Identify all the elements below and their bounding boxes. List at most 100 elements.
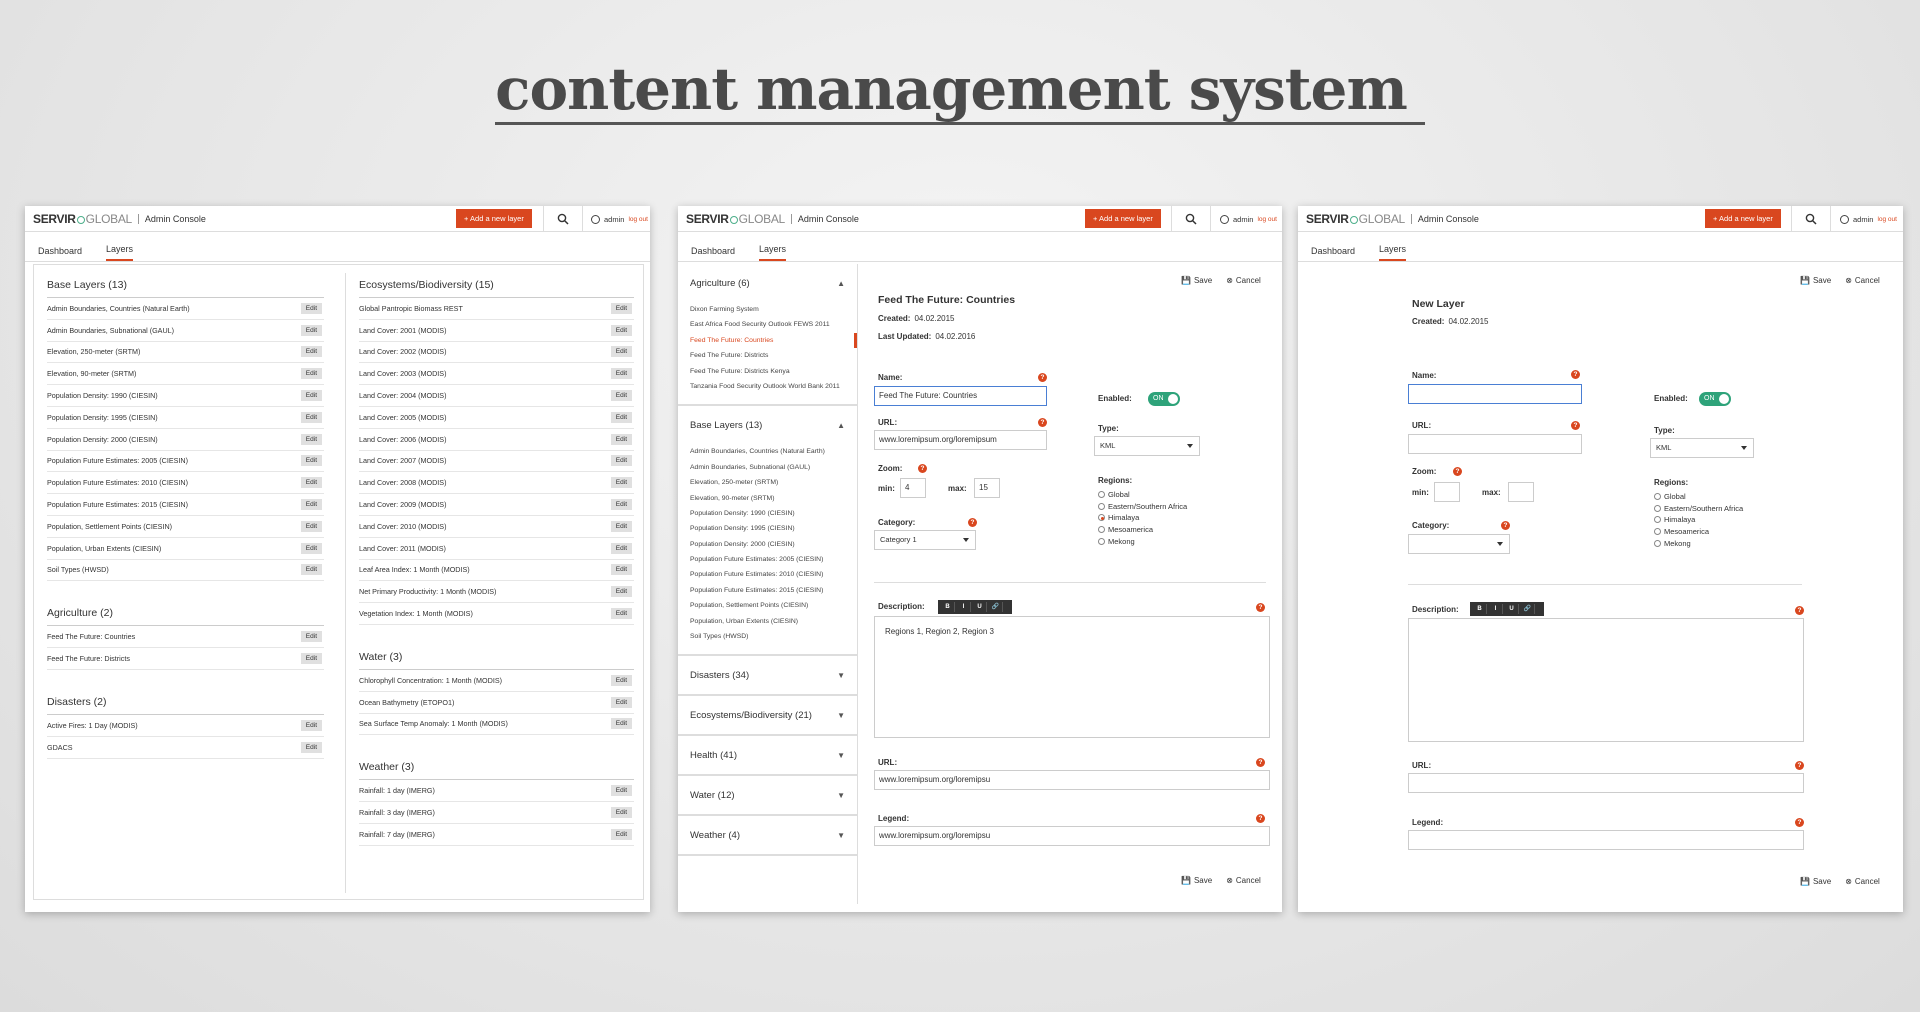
sidebar-group-header[interactable]: Weather (4) ▼ (678, 816, 857, 854)
save-button[interactable]: 💾 Save (1800, 877, 1831, 886)
add-layer-button[interactable]: + Add a new layer (1705, 209, 1781, 228)
edit-button[interactable]: Edit (610, 346, 632, 358)
region-radio[interactable]: Mesoamerica (1654, 527, 1709, 536)
sidebar-item[interactable]: Population Future Estimates: 2005 (CIESI… (690, 552, 845, 567)
edit-button[interactable]: Edit (300, 477, 322, 489)
enabled-toggle[interactable]: ON (1148, 392, 1180, 406)
sidebar-item[interactable]: Admin Boundaries, Subnational (GAUL) (690, 460, 845, 475)
italic-button[interactable]: I (957, 602, 971, 612)
description-textarea[interactable] (1408, 618, 1804, 742)
edit-button[interactable]: Edit (610, 696, 632, 708)
sidebar-item[interactable]: Dixon Farming System (690, 302, 845, 317)
bold-button[interactable]: B (941, 602, 955, 612)
edit-button[interactable]: Edit (610, 718, 632, 730)
edit-button[interactable]: Edit (610, 411, 632, 423)
help-icon[interactable]: ? (1453, 467, 1462, 476)
save-button[interactable]: 💾 Save (1800, 276, 1831, 285)
sidebar-item[interactable]: Feed The Future: Districts (690, 348, 845, 363)
edit-button[interactable]: Edit (610, 368, 632, 380)
sidebar-item[interactable]: Population, Urban Extents (CIESIN) (690, 614, 845, 629)
edit-button[interactable]: Edit (300, 564, 322, 576)
help-icon[interactable]: ? (1571, 370, 1580, 379)
link-button[interactable]: 🔗 (989, 602, 1003, 612)
edit-button[interactable]: Edit (300, 433, 322, 445)
search-button[interactable] (1791, 206, 1831, 232)
help-icon[interactable]: ? (1795, 606, 1804, 615)
edit-button[interactable]: Edit (610, 586, 632, 598)
region-radio[interactable]: Mekong (1098, 537, 1135, 546)
url2-field[interactable] (1408, 773, 1804, 793)
type-select[interactable]: KML (1094, 436, 1200, 456)
sidebar-group-header[interactable]: Water (12) ▼ (678, 776, 857, 814)
help-icon[interactable]: ? (1038, 373, 1047, 382)
underline-button[interactable]: U (973, 602, 987, 612)
sidebar-item[interactable]: Soil Types (HWSD) (690, 629, 845, 644)
zoom-min-field[interactable] (1434, 482, 1460, 502)
logout-link[interactable]: log out (628, 216, 648, 223)
underline-button[interactable]: U (1505, 604, 1519, 614)
help-icon[interactable]: ? (1501, 521, 1510, 530)
name-field[interactable] (1408, 384, 1582, 404)
sidebar-item[interactable]: Feed The Future: Districts Kenya (690, 364, 845, 379)
sidebar-item[interactable]: East Africa Food Security Outlook FEWS 2… (690, 317, 845, 332)
url2-field[interactable]: www.loremipsum.org/loremipsu (874, 770, 1270, 790)
save-button[interactable]: 💾 Save (1181, 876, 1212, 885)
region-radio[interactable]: Global (1098, 490, 1130, 499)
italic-button[interactable]: I (1489, 604, 1503, 614)
tab-layers[interactable]: Layers (106, 244, 134, 261)
name-field[interactable]: Feed The Future: Countries (874, 386, 1047, 406)
edit-button[interactable]: Edit (300, 499, 322, 511)
help-icon[interactable]: ? (1256, 758, 1265, 767)
edit-button[interactable]: Edit (300, 324, 322, 336)
description-textarea[interactable]: Regions 1, Region 2, Region 3 (874, 616, 1270, 738)
sidebar-group-header[interactable]: Ecosystems/Biodiversity (21) ▼ (678, 696, 857, 734)
edit-button[interactable]: Edit (610, 564, 632, 576)
tab-dashboard[interactable]: Dashboard (38, 246, 82, 261)
sidebar-group-header[interactable]: Disasters (34) ▼ (678, 656, 857, 694)
edit-button[interactable]: Edit (610, 828, 632, 840)
user-menu[interactable]: admin log out (1840, 206, 1897, 232)
edit-button[interactable]: Edit (300, 741, 322, 753)
tab-dashboard[interactable]: Dashboard (691, 246, 735, 261)
edit-button[interactable]: Edit (610, 785, 632, 797)
logout-link[interactable]: log out (1877, 216, 1897, 223)
sidebar-item[interactable]: Population Density: 2000 (CIESIN) (690, 537, 845, 552)
sidebar-group-header[interactable]: Health (41) ▼ (678, 736, 857, 774)
edit-button[interactable]: Edit (610, 324, 632, 336)
edit-button[interactable]: Edit (300, 520, 322, 532)
edit-button[interactable]: Edit (300, 302, 322, 314)
tab-dashboard[interactable]: Dashboard (1311, 246, 1355, 261)
edit-button[interactable]: Edit (610, 674, 632, 686)
help-icon[interactable]: ? (1571, 421, 1580, 430)
cancel-button[interactable]: ⊗ Cancel (1226, 276, 1261, 285)
sidebar-group-header[interactable]: Base Layers (13) ▲ (678, 406, 857, 444)
zoom-max-field[interactable]: 15 (974, 478, 1000, 498)
region-radio[interactable]: Himalaya (1654, 515, 1695, 524)
zoom-max-field[interactable] (1508, 482, 1534, 502)
sidebar-item[interactable]: Feed The Future: Countries (690, 332, 857, 349)
tab-layers[interactable]: Layers (759, 244, 787, 261)
zoom-min-field[interactable]: 4 (900, 478, 926, 498)
user-menu[interactable]: admin log out (1220, 206, 1277, 232)
cancel-button[interactable]: ⊗ Cancel (1845, 276, 1880, 285)
edit-button[interactable]: Edit (300, 411, 322, 423)
bold-button[interactable]: B (1473, 604, 1487, 614)
help-icon[interactable]: ? (918, 464, 927, 473)
region-radio[interactable]: Eastern/Southern Africa (1098, 502, 1187, 511)
edit-button[interactable]: Edit (300, 653, 322, 665)
sidebar-item[interactable]: Admin Boundaries, Countries (Natural Ear… (690, 444, 845, 459)
cancel-button[interactable]: ⊗ Cancel (1226, 876, 1261, 885)
help-icon[interactable]: ? (1795, 761, 1804, 770)
sidebar-item[interactable]: Tanzania Food Security Outlook World Ban… (690, 379, 845, 394)
edit-button[interactable]: Edit (300, 631, 322, 643)
user-menu[interactable]: admin log out (591, 206, 648, 232)
help-icon[interactable]: ? (1038, 418, 1047, 427)
sidebar-item[interactable]: Elevation, 250-meter (SRTM) (690, 475, 845, 490)
category-select[interactable]: Category 1 (874, 530, 976, 550)
save-button[interactable]: 💾 Save (1181, 276, 1212, 285)
sidebar-item[interactable]: Elevation, 90-meter (SRTM) (690, 491, 845, 506)
edit-button[interactable]: Edit (300, 542, 322, 554)
edit-button[interactable]: Edit (300, 719, 322, 731)
help-icon[interactable]: ? (1795, 818, 1804, 827)
url-field[interactable]: www.loremipsum.org/loremipsum (874, 430, 1047, 450)
